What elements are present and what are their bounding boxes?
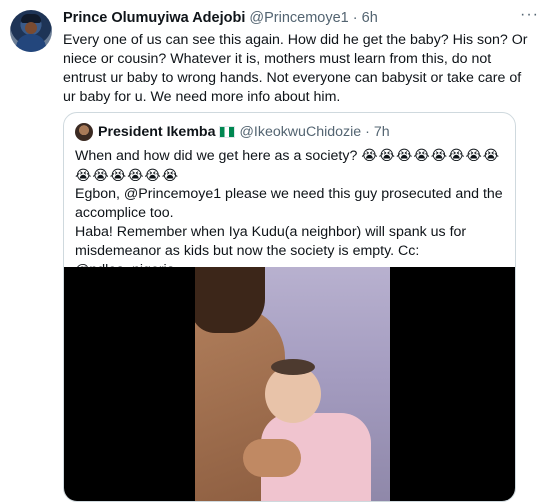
tweet-text: Every one of us can see this again. How … — [63, 32, 528, 105]
quoted-author-name[interactable]: President Ikemba — [98, 124, 216, 140]
quoted-tweet[interactable]: President Ikemba @IkeokwuChidozie · 7h W… — [63, 112, 516, 502]
tweet-header: Prince Olumuyiwa Adejobi @Princemoye1 · … — [63, 10, 523, 26]
meta-separator: · — [352, 10, 358, 26]
tweet[interactable]: Prince Olumuyiwa Adejobi @Princemoye1 · … — [0, 0, 553, 502]
avatar-shoulders — [16, 34, 46, 52]
quoted-line-1: When and how did we get here as a societ… — [75, 148, 358, 164]
quoted-line-2: Egbon, @Princemoye1 please we need this … — [75, 186, 503, 221]
quoted-tweet-time[interactable]: 7h — [374, 124, 390, 140]
crying-emoji-row-2: 😭😭😭😭😭😭 — [75, 167, 180, 183]
quoted-author-handle[interactable]: @IkeokwuChidozie — [240, 124, 362, 140]
quoted-media[interactable] — [64, 267, 515, 501]
man-head — [195, 267, 265, 333]
tweet-time[interactable]: 6h — [362, 10, 378, 26]
author-name[interactable]: Prince Olumuyiwa Adejobi — [63, 10, 245, 26]
video-thumbnail[interactable] — [195, 267, 390, 501]
quoted-tweet-header: President Ikemba @IkeokwuChidozie · 7h — [75, 123, 390, 141]
author-handle[interactable]: @Princemoye1 — [249, 10, 348, 26]
baby-hair — [271, 359, 315, 375]
nigeria-flag-icon — [218, 126, 235, 138]
quoted-meta-separator: · — [365, 124, 370, 140]
hand — [243, 439, 301, 477]
crying-emoji-row-1: 😭😭😭😭😭😭😭😭 — [361, 147, 501, 163]
quoted-tweet-text: When and how did we get here as a societ… — [75, 146, 505, 280]
avatar-face — [25, 22, 37, 34]
author-avatar[interactable] — [10, 10, 52, 52]
quoted-author-avatar[interactable] — [75, 123, 93, 141]
more-horizontal-icon[interactable]: ··· — [520, 6, 539, 24]
